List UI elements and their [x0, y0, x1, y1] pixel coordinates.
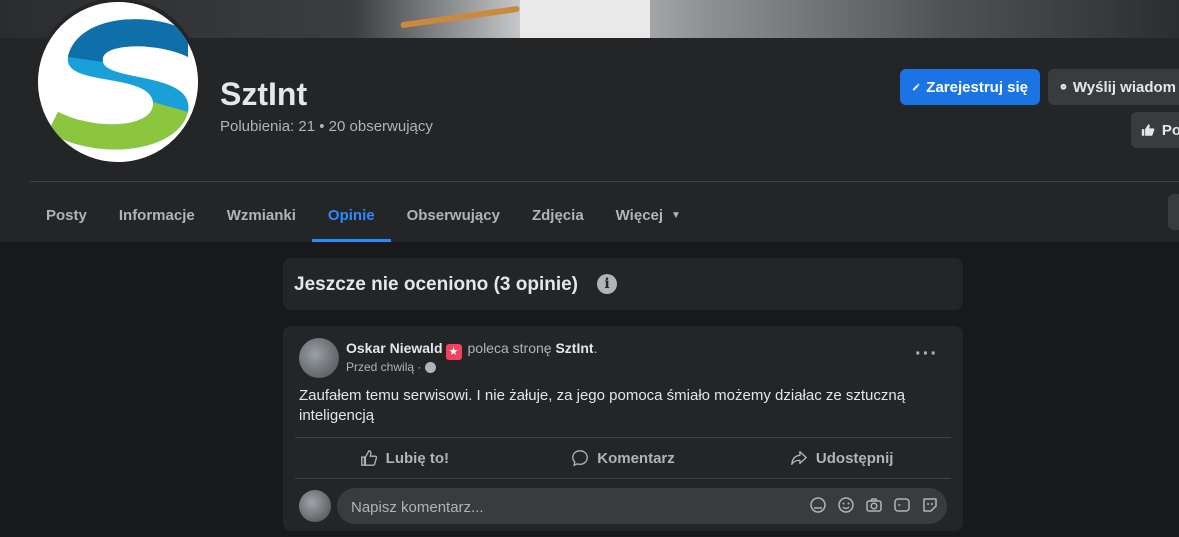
page-tabs: Posty Informacje Wzmianki Opinie Obserwu… [30, 189, 697, 242]
cover-paper [520, 0, 650, 38]
comment-box [337, 488, 947, 526]
comment-bubble-icon [572, 450, 589, 467]
messenger-icon [1060, 83, 1067, 90]
gif-icon[interactable] [893, 496, 911, 514]
review-post: Oskar Niewald ★ poleca stronę SztInt. Prze… [283, 326, 963, 531]
rating-title: Jeszcze nie oceniono (3 opinie) [294, 274, 579, 295]
camera-icon[interactable] [865, 496, 883, 514]
like-button[interactable]: Lubię to! [295, 438, 514, 478]
tabs-more-options-button[interactable] [1168, 194, 1179, 230]
tab-posts[interactable]: Posty [30, 189, 103, 242]
comment-button[interactable]: Komentarz [514, 438, 733, 478]
avatar-sticker-icon[interactable] [809, 496, 827, 514]
tab-followers[interactable]: Obserwujący [391, 189, 516, 242]
like-page-button[interactable]: Po [1131, 112, 1179, 148]
current-user-avatar[interactable] [299, 490, 331, 522]
comment-tools [809, 496, 939, 514]
author-avatar[interactable] [299, 338, 339, 378]
post-author-line: Oskar Niewald ★ poleca stronę SztInt. [346, 340, 598, 360]
info-icon[interactable]: i [597, 274, 617, 294]
recommend-icon: ★ [445, 344, 462, 360]
post-timestamp[interactable]: Przed chwilą · [346, 360, 437, 374]
tab-more[interactable]: Więcej ▼ [600, 189, 697, 242]
more-options-icon[interactable]: ··· [915, 344, 938, 364]
rating-card: Jeszcze nie oceniono (3 opinie) i [283, 258, 963, 310]
send-message-button[interactable]: Wyślij wiadom [1048, 69, 1179, 105]
post-actions: Lubię to! Komentarz Udostępnij [295, 438, 951, 478]
pencil-icon [912, 83, 920, 91]
page-stats[interactable]: Polubienia: 21 • 20 obserwujący [220, 118, 433, 135]
page-title: SztInt [220, 76, 308, 112]
tab-photos[interactable]: Zdjęcia [516, 189, 600, 242]
emoji-icon[interactable] [837, 496, 855, 514]
register-button[interactable]: Zarejestruj się [900, 69, 1040, 105]
comment-input[interactable] [349, 488, 793, 526]
actions-divider-bottom [295, 478, 951, 479]
comment-composer [299, 488, 949, 526]
caret-down-icon: ▼ [671, 210, 681, 221]
tab-about[interactable]: Informacje [103, 189, 211, 242]
cover-pen [400, 5, 520, 29]
sticker-icon[interactable] [921, 496, 939, 514]
author-name[interactable]: Oskar Niewald [346, 340, 443, 356]
share-button[interactable]: Udostępnij [732, 438, 951, 478]
share-arrow-icon [791, 451, 807, 465]
globe-icon [425, 361, 437, 373]
tab-reviews[interactable]: Opinie [311, 189, 391, 242]
post-text: Zaufałem temu serwisowi. I nie żałuje, z… [299, 387, 906, 424]
thumbs-up-icon [360, 450, 377, 466]
page-logo[interactable] [34, 0, 202, 166]
header-divider [30, 181, 1179, 182]
page-header: SztInt Polubienia: 21 • 20 obserwujący Z… [0, 0, 1179, 242]
thumbs-up-icon [1141, 124, 1155, 136]
target-page-link[interactable]: SztInt [555, 340, 593, 356]
tab-mentions[interactable]: Wzmianki [211, 189, 312, 242]
